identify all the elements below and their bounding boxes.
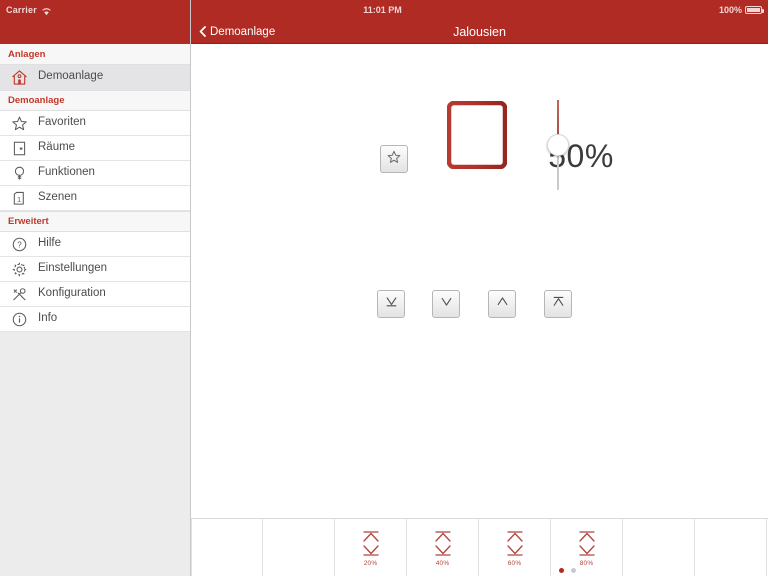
control-button-row — [377, 290, 587, 318]
svg-text:?: ? — [17, 240, 22, 249]
favorite-button[interactable] — [380, 145, 408, 173]
preset-label: 20% — [363, 559, 378, 567]
main-panel: 11:01 PM 100% Demoanlage Jalousien 50% 2… — [191, 0, 768, 576]
preset-label: 80% — [579, 559, 594, 567]
svg-text:1: 1 — [17, 194, 21, 203]
page-title: Jalousien — [453, 24, 506, 39]
position-percent-label: 50% — [548, 138, 614, 174]
up-icon — [495, 294, 510, 314]
sidebar-list: Anlagen Demoanlage Demoanlage Favoriten … — [0, 44, 190, 332]
close-full-button[interactable] — [377, 290, 405, 318]
page-dot-2[interactable] — [571, 568, 576, 573]
open-full-button[interactable] — [544, 290, 572, 318]
navigation-bar: Demoanlage Jalousien — [191, 20, 768, 44]
status-battery: 100% — [718, 0, 764, 20]
battery-percent-label: 100% — [718, 5, 742, 15]
sidebar-item-label: Funktionen — [38, 166, 95, 179]
status-bar: 11:01 PM 100% — [191, 0, 768, 20]
preset-toolbar: 20% 40% 60% 80% — [191, 518, 768, 576]
gear-icon — [9, 259, 29, 279]
sidebar-item-raume[interactable]: Räume — [0, 136, 190, 161]
battery-full-icon — [745, 6, 764, 14]
bulb-icon — [9, 163, 29, 183]
preset-icon — [503, 529, 527, 559]
wifi-icon — [41, 7, 52, 16]
question-circle-icon: ? — [9, 234, 29, 254]
sidebar: Carrier Anlagen Demoanlage Demoanlage Fa… — [0, 0, 191, 576]
sidebar-item-label: Favoriten — [38, 116, 86, 129]
sidebar-item-info[interactable]: Info — [0, 307, 190, 332]
scene-icon: 1 — [9, 188, 29, 208]
sidebar-item-favoriten[interactable]: Favoriten — [0, 111, 190, 136]
sidebar-item-label: Info — [38, 312, 58, 325]
star-icon — [386, 149, 402, 170]
down-icon — [439, 294, 454, 314]
preset-icon — [575, 529, 599, 559]
toolbar-cell-empty-1[interactable] — [191, 519, 263, 576]
close-step-button[interactable] — [432, 290, 460, 318]
info-circle-icon — [9, 309, 29, 329]
sidebar-item-einstellungen[interactable]: Einstellungen — [0, 257, 190, 282]
page-indicator[interactable] — [279, 568, 768, 573]
preset-label: 60% — [507, 559, 522, 567]
sidebar-section-header-erweitert: Erweitert — [0, 211, 190, 232]
wrench-icon — [9, 284, 29, 304]
home-icon — [9, 67, 29, 87]
preset-icon — [431, 529, 455, 559]
door-icon — [9, 138, 29, 158]
sidebar-item-demoanlage[interactable]: Demoanlage — [0, 65, 190, 90]
sidebar-item-szenen[interactable]: 1 Szenen — [0, 186, 190, 211]
preset-icon — [359, 529, 383, 559]
carrier-label: Carrier — [6, 5, 37, 15]
star-icon — [9, 113, 29, 133]
sidebar-navbar-fill — [0, 20, 190, 44]
position-slider[interactable] — [543, 100, 573, 190]
sidebar-item-funktionen[interactable]: Funktionen — [0, 161, 190, 186]
preset-label: 40% — [435, 559, 450, 567]
content-area: 50% — [191, 44, 768, 538]
slider-knob[interactable] — [547, 134, 569, 156]
sidebar-section-header-anlagen: Anlagen — [0, 44, 190, 65]
sidebar-item-konfiguration[interactable]: Konfiguration — [0, 282, 190, 307]
sidebar-item-label: Hilfe — [38, 237, 62, 250]
sidebar-item-label: Räume — [38, 141, 76, 154]
sidebar-item-label: Einstellungen — [38, 262, 108, 275]
blinds-icon — [446, 100, 508, 170]
sidebar-item-hilfe[interactable]: ? Hilfe — [0, 232, 190, 257]
sidebar-item-label: Szenen — [38, 191, 78, 204]
down-bar-icon — [384, 294, 399, 314]
status-time: 11:01 PM — [363, 5, 402, 15]
sidebar-section-header-demoanlage: Demoanlage — [0, 90, 190, 111]
up-bar-icon — [551, 294, 566, 314]
page-dot-1[interactable] — [559, 568, 564, 573]
sidebar-item-label: Demoanlage — [38, 70, 104, 83]
sidebar-item-label: Konfiguration — [38, 287, 106, 300]
open-step-button[interactable] — [488, 290, 516, 318]
app-root: Carrier Anlagen Demoanlage Demoanlage Fa… — [0, 0, 768, 576]
